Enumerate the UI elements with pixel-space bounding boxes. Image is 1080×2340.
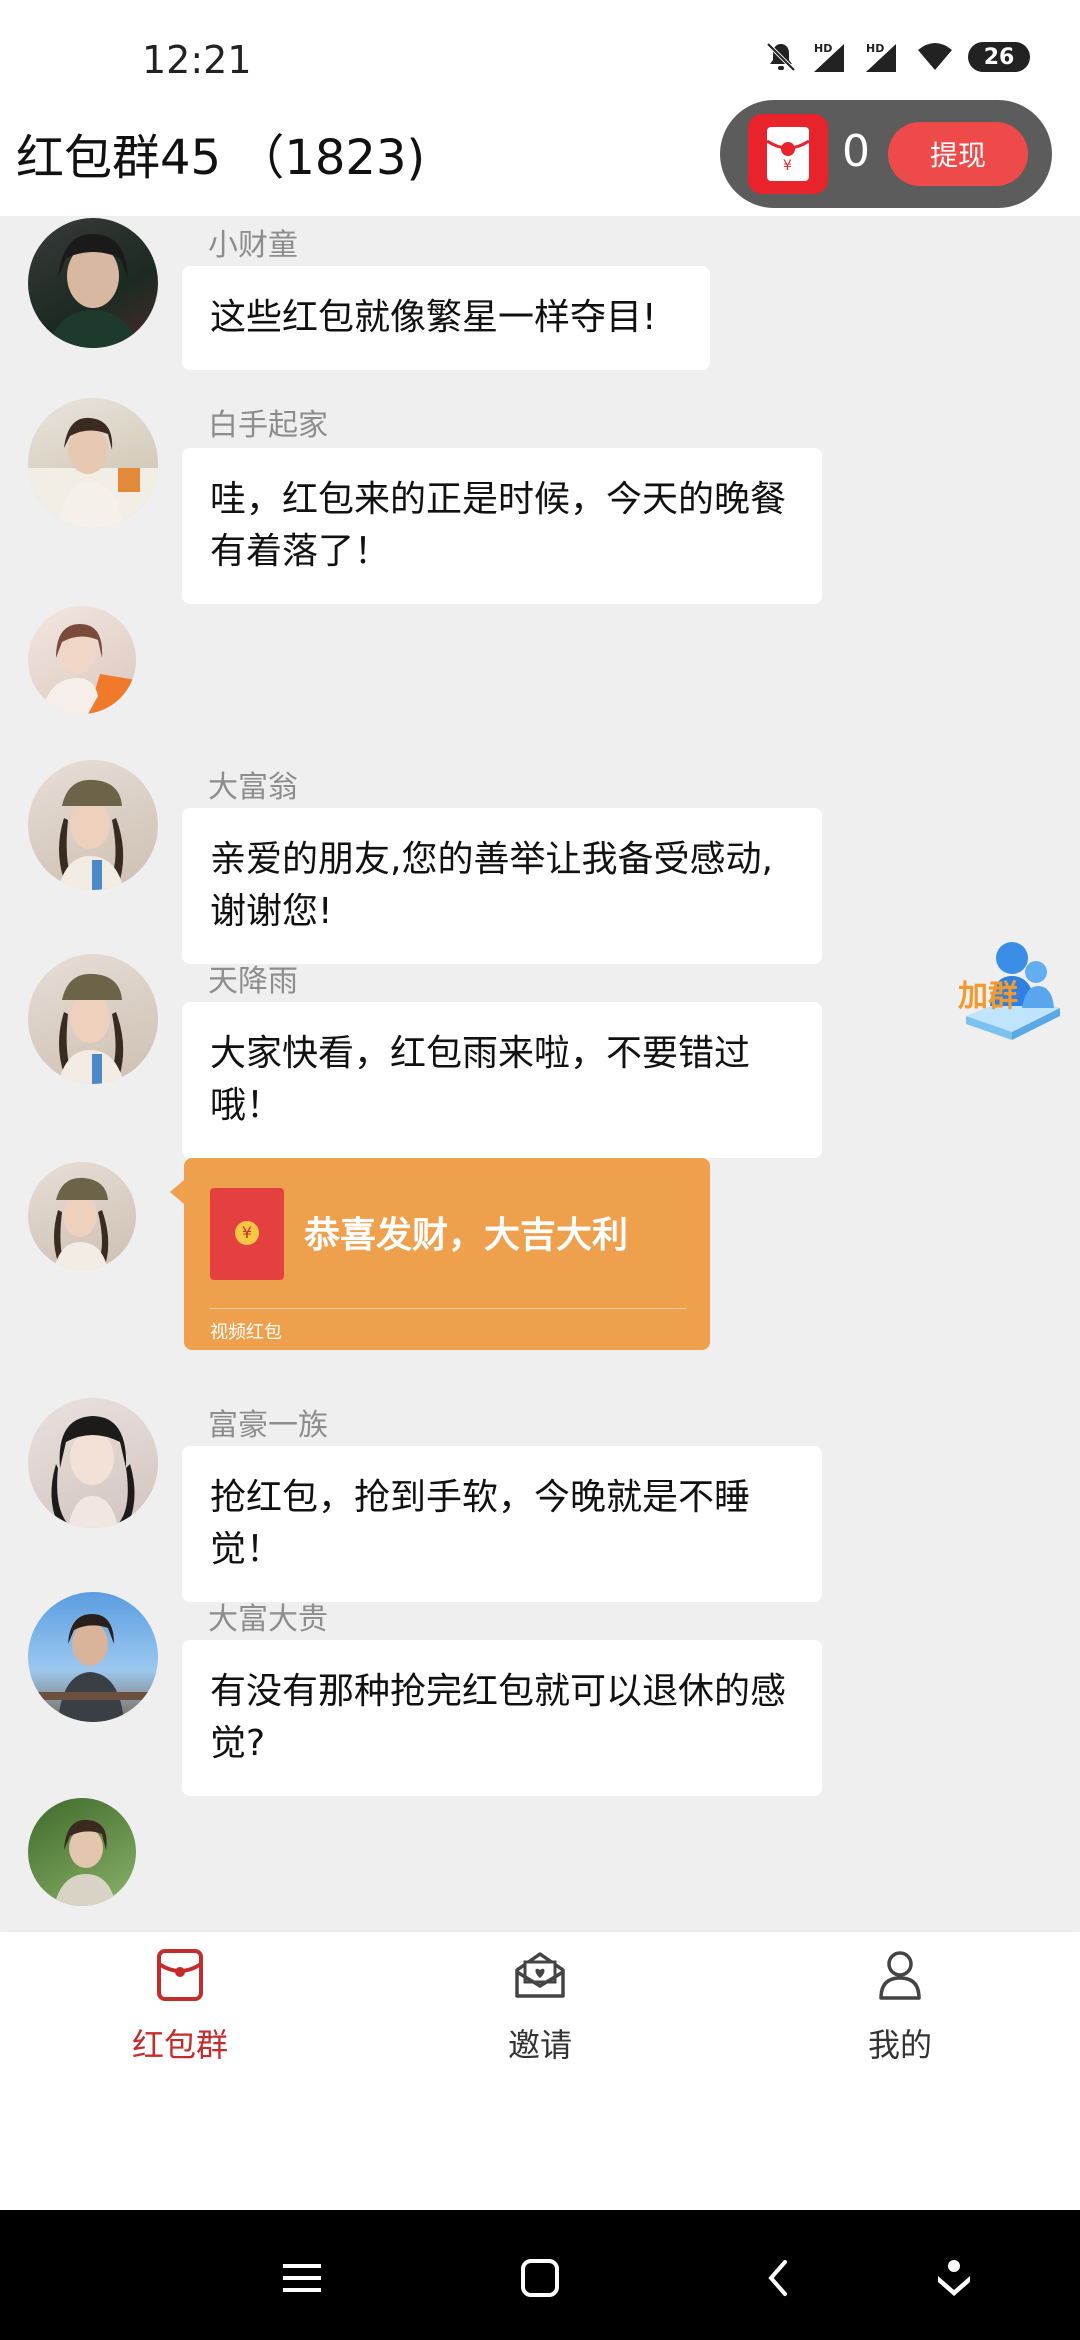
sender-name: 白手起家 [208, 408, 328, 443]
tab-red-packet-group[interactable]: 红包群 [0, 1932, 360, 2072]
signal-hd-icon-2: HD [866, 42, 896, 72]
svg-text:HD: HD [814, 42, 832, 55]
coin-icon: ¥ [235, 1221, 259, 1245]
system-navigation-bar [0, 2210, 1080, 2340]
battery-icon: 26 [968, 42, 1030, 72]
avatar[interactable] [28, 218, 158, 348]
red-packet-icon: ¥ [748, 114, 828, 194]
avatar[interactable] [28, 398, 158, 528]
message-bubble[interactable]: 亲爱的朋友,您的善举让我备受感动,谢谢您! [182, 808, 822, 964]
profile-icon [875, 1948, 925, 2006]
status-time: 12:21 [142, 38, 252, 82]
message-bubble[interactable]: 哇，红包来的正是时候，今天的晚餐有着落了！ [182, 448, 822, 604]
join-group-icon: 加群 [958, 942, 1060, 1040]
avatar[interactable] [28, 760, 158, 890]
red-packet-balance[interactable]: ¥ 0 提现 [720, 100, 1052, 208]
avatar[interactable] [28, 1592, 158, 1722]
chat-messages[interactable]: 小财童 这些红包就像繁星一样夺目! 白手起家 哇，红包来的正是时候，今天的晚餐有… [0, 216, 1080, 1932]
tab-label: 我的 [867, 2026, 932, 2064]
avatar[interactable] [28, 606, 136, 714]
status-bar: 12:21 HD HD 26 [0, 0, 1080, 100]
menu-icon[interactable] [272, 2248, 332, 2308]
sender-name: 大富翁 [208, 770, 298, 805]
withdraw-button[interactable]: 提现 [888, 122, 1028, 186]
message-bubble[interactable]: 抢红包，抢到手软，今晚就是不睡觉！ [182, 1446, 822, 1602]
avatar[interactable] [28, 954, 158, 1084]
tab-invite[interactable]: 邀请 [360, 1932, 720, 2072]
svg-text:¥: ¥ [783, 158, 792, 174]
red-packet-title: 恭喜发财，大吉大利 [304, 1215, 629, 1256]
signal-hd-icon: HD [814, 42, 844, 72]
tab-label: 邀请 [507, 2026, 572, 2064]
sender-name: 小财童 [208, 228, 298, 263]
join-group-label: 加群 [958, 979, 1018, 1014]
message-bubble[interactable]: 大家快看，红包雨来啦，不要错过哦！ [182, 1002, 822, 1158]
avatar[interactable] [28, 1162, 136, 1270]
red-packet-icon [155, 1948, 205, 2006]
chat-header: 红包群45 （1823) ¥ 0 提现 [0, 100, 1080, 216]
red-packet-message[interactable]: ¥ 恭喜发财，大吉大利 视频红包 [170, 1158, 710, 1350]
join-group-button[interactable]: 加群 [956, 936, 1066, 1046]
red-packet-count: 0 [842, 126, 870, 177]
message-bubble[interactable]: 有没有那种抢完红包就可以退休的感觉? [182, 1640, 822, 1796]
sender-name: 富豪一族 [208, 1408, 328, 1443]
wifi-icon [918, 43, 952, 70]
mute-icon [766, 42, 796, 72]
sender-name: 大富大贵 [208, 1602, 328, 1637]
bottom-navigation: 红包群 邀请 我的 [0, 1932, 1080, 2072]
status-icons: HD HD 26 [764, 40, 1030, 74]
message-bubble[interactable]: 这些红包就像繁星一样夺目! [182, 266, 710, 370]
assist-icon[interactable] [924, 2248, 984, 2308]
blank-area [0, 2072, 1080, 2210]
envelope-icon: ¥ [210, 1188, 284, 1280]
tab-profile[interactable]: 我的 [720, 1932, 1080, 2072]
divider [210, 1308, 686, 1309]
tab-label: 红包群 [131, 2026, 228, 2064]
red-packet-type-label: 视频红包 [210, 1322, 282, 1343]
avatar[interactable] [28, 1398, 158, 1528]
sender-name: 天降雨 [208, 964, 298, 999]
group-title: 红包群45 （1823) [16, 130, 426, 186]
invite-mail-icon [513, 1948, 567, 2006]
svg-text:HD: HD [866, 42, 884, 55]
home-icon[interactable] [510, 2248, 570, 2308]
back-icon[interactable] [748, 2248, 808, 2308]
avatar[interactable] [28, 1798, 136, 1906]
